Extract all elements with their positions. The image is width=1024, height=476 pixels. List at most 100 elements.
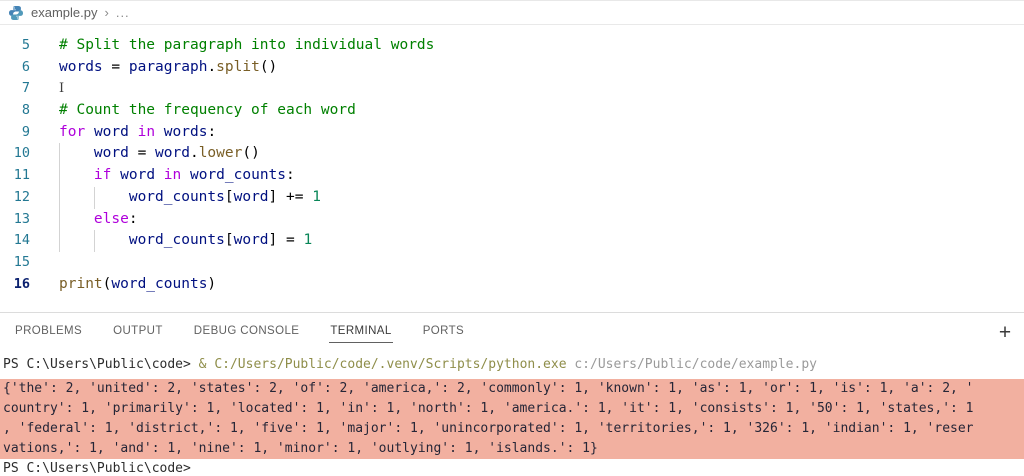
code-token: = [286, 232, 295, 249]
code-token: += [286, 188, 304, 205]
line-number[interactable]: 11 [0, 165, 30, 187]
code-token: words [163, 123, 208, 140]
code-text: for word in words: [59, 122, 216, 144]
code-lines: 5 # Split the paragraph into individual w… [0, 35, 1024, 295]
terminal-command-line: PS C:\Users\Public\code> & C:/Users/Publ… [0, 355, 1024, 375]
terminal-output-line: {'the': 2, 'united': 2, 'states': 2, 'of… [0, 379, 1024, 399]
code-token: [ [224, 188, 234, 205]
code-token: print [59, 275, 103, 292]
line-number[interactable]: 10 [0, 143, 30, 165]
line-number[interactable]: 15 [0, 252, 30, 274]
code-line[interactable]: 7I [0, 78, 1024, 100]
code-text: word = word.lower() [59, 143, 260, 166]
breadcrumb-file-name[interactable]: example.py [31, 5, 97, 20]
terminal-command-argument: c:/Users/Public/code/example.py [574, 357, 817, 372]
code-line[interactable]: 5 # Split the paragraph into individual w… [0, 35, 1024, 57]
line-number[interactable]: 5 [0, 35, 30, 57]
breadcrumb[interactable]: example.py › ... [0, 0, 1024, 25]
code-token: [ [224, 232, 234, 249]
line-number[interactable]: 8 [0, 100, 30, 122]
code-line[interactable]: 9 for word in words: [0, 122, 1024, 144]
code-token: ) [207, 275, 217, 292]
code-token: = [137, 145, 147, 162]
code-text: print(word_counts) [59, 274, 216, 296]
code-token: () [259, 58, 278, 75]
code-line[interactable]: 15 [0, 252, 1024, 274]
code-text: else: [59, 208, 138, 231]
code-token: word_counts [189, 167, 287, 184]
line-number[interactable]: 14 [0, 230, 30, 252]
code-token: : [286, 167, 295, 184]
code-token: word_counts [128, 232, 225, 249]
code-token: lower [198, 145, 243, 162]
code-line[interactable]: 11 if word in word_counts: [0, 165, 1024, 187]
line-number[interactable]: 12 [0, 187, 30, 209]
terminal-output-line: , 'federal': 1, 'district,': 1, 'five': … [0, 419, 1024, 439]
code-line[interactable]: 10 word = word.lower() [0, 143, 1024, 166]
line-number[interactable]: 16 [0, 274, 30, 296]
code-line[interactable]: 16 print(word_counts) [0, 274, 1024, 296]
terminal-output: {'the': 2, 'united': 2, 'states': 2, 'of… [0, 379, 1024, 459]
terminal-command-executable: & C:/Users/Public/code/.venv/Scripts/pyt… [198, 357, 575, 372]
breadcrumb-symbol-ellipsis[interactable]: ... [116, 5, 130, 20]
code-line[interactable]: 14 word_counts[word] = 1 [0, 230, 1024, 252]
indent-guide [59, 165, 60, 187]
code-token: . [207, 58, 217, 75]
code-line[interactable]: 12 word_counts[word] += 1 [0, 186, 1024, 209]
code-token: if [93, 167, 112, 184]
code-text: # Split the paragraph into individual wo… [59, 35, 434, 57]
tab-terminal[interactable]: TERMINAL [329, 321, 393, 343]
indent-guide [59, 186, 60, 209]
line-number[interactable]: 13 [0, 209, 30, 231]
code-token: word [93, 145, 129, 162]
code-token: for [59, 123, 86, 140]
tab-ports[interactable]: PORTS [422, 321, 465, 343]
code-token: word [233, 188, 269, 205]
terminal-output-line: vations,': 1, 'and': 1, 'nine': 1, 'mino… [0, 439, 1024, 459]
code-token: () [242, 145, 260, 162]
python-file-icon [9, 5, 23, 20]
code-text: word_counts[word] = 1 [59, 230, 312, 252]
code-token: in [163, 167, 182, 184]
code-line[interactable]: 13 else: [0, 208, 1024, 231]
code-token: 1 [312, 188, 321, 205]
terminal-panel[interactable]: PS C:\Users\Public\code> & C:/Users/Publ… [0, 350, 1024, 476]
code-token: word [233, 232, 269, 249]
code-text: word_counts[word] += 1 [59, 186, 321, 209]
code-token: paragraph [128, 58, 208, 75]
tab-debug-console[interactable]: DEBUG CONSOLE [193, 321, 301, 343]
code-token: word [155, 145, 190, 162]
code-text: # Count the frequency of each word [59, 100, 356, 122]
code-token: else [93, 210, 129, 227]
indent-guide [59, 230, 60, 252]
code-token: : [207, 123, 217, 140]
code-token: : [128, 210, 138, 227]
indent-guide [59, 143, 60, 166]
code-token: word [120, 167, 156, 184]
code-line[interactable]: 6 words = paragraph.split() [0, 57, 1024, 79]
line-number[interactable]: 7 [0, 78, 30, 100]
line-number[interactable]: 6 [0, 57, 30, 79]
terminal-prompt: PS C:\Users\Public\code> [3, 357, 199, 372]
code-editor[interactable]: 5 # Split the paragraph into individual w… [0, 25, 1024, 312]
tab-output[interactable]: OUTPUT [112, 321, 164, 343]
tab-problems[interactable]: PROBLEMS [14, 321, 83, 343]
code-token: . [189, 145, 199, 162]
code-token: 1 [303, 232, 313, 249]
code-text: I [59, 78, 64, 100]
new-terminal-plus-icon[interactable]: + [994, 322, 1016, 343]
code-line[interactable]: 8 # Count the frequency of each word [0, 100, 1024, 122]
line-number[interactable]: 9 [0, 122, 30, 144]
panel-tab-bar: PROBLEMS OUTPUT DEBUG CONSOLE TERMINAL P… [0, 312, 1024, 350]
code-text: if word in word_counts: [59, 165, 295, 187]
code-token: word_counts [111, 275, 208, 292]
